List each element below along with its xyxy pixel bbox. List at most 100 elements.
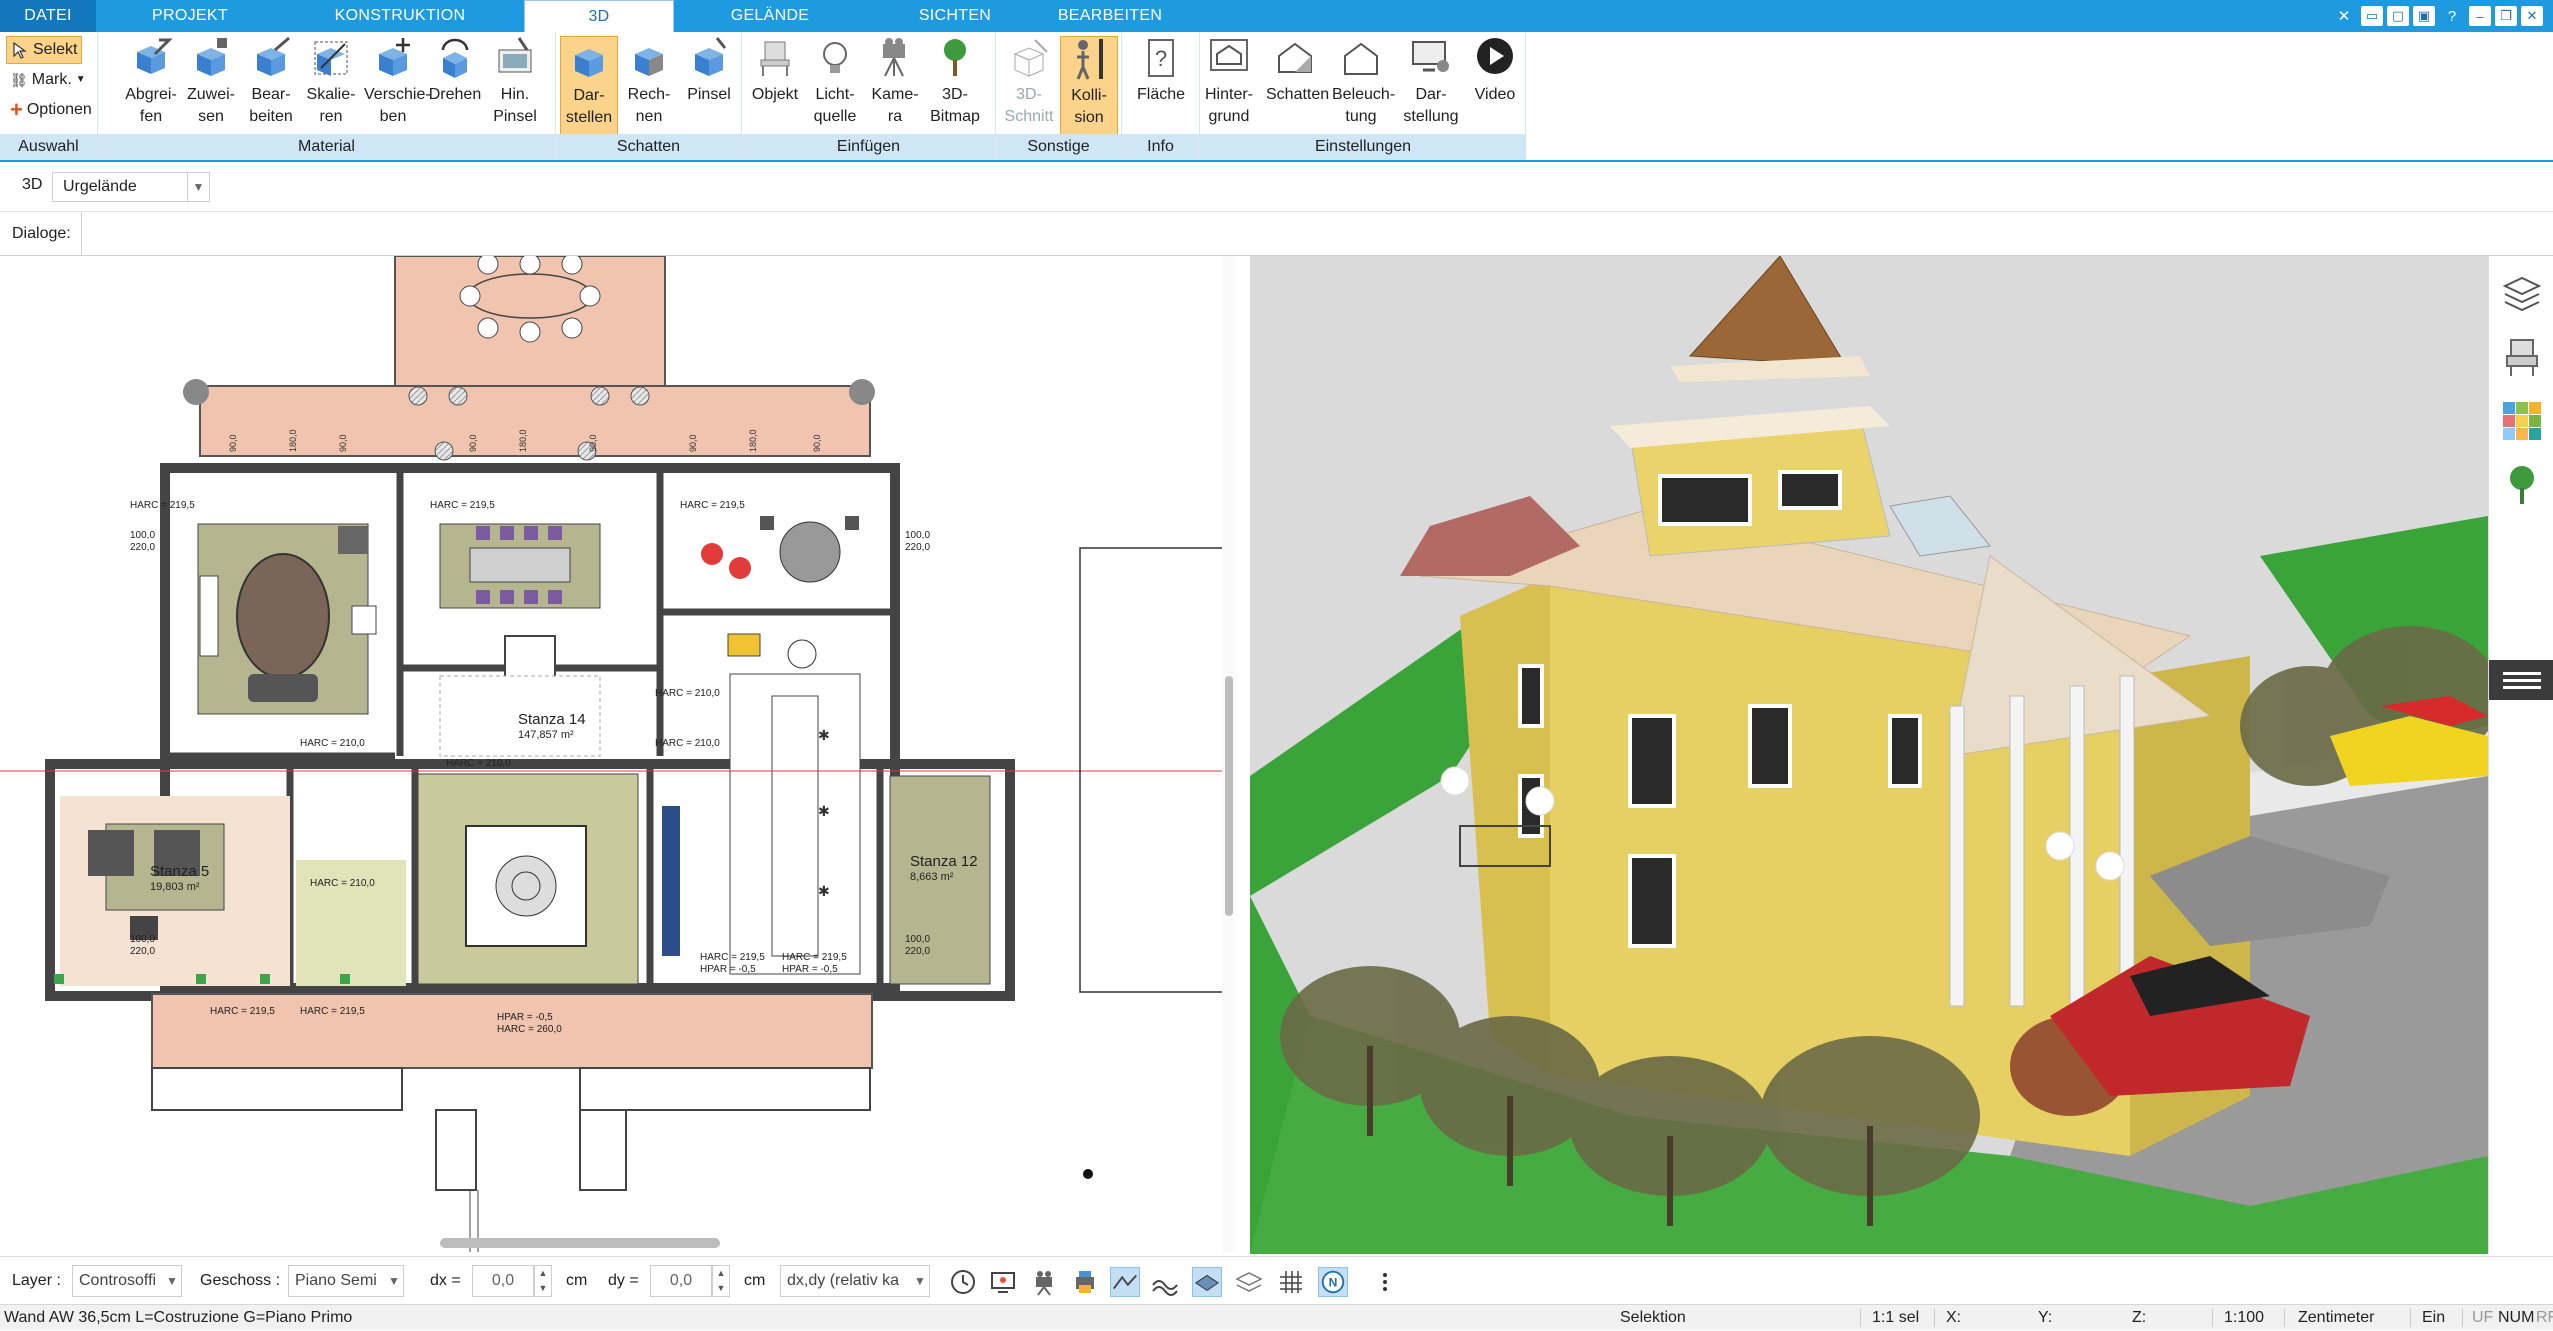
minimize-button[interactable]: – [2469,6,2491,26]
question-page-icon: ? [1148,39,1174,77]
svg-text:100,0: 100,0 [905,530,930,541]
tab-bearbeiten[interactable]: BEARBEITEN [1040,0,1180,32]
ribbon: Selekt ⛓ Mark. ▼ + Optionen Auswahl Abgr… [0,32,2553,162]
snap-north-icon[interactable]: N [1318,1267,1348,1297]
terrain-view-icon[interactable] [1110,1267,1140,1297]
group-schatten: Dar- stellen Rech- nen Pinsel Schatten [556,32,742,160]
plane-view-icon[interactable] [1192,1267,1222,1297]
tab-3d[interactable]: 3D [524,0,674,32]
select-button[interactable]: Selekt [6,36,83,64]
play-icon [1477,38,1513,74]
video-button[interactable]: Video [1466,36,1524,136]
status-num: NUM [2498,1309,2535,1326]
tab-sichten[interactable]: SICHTEN [880,0,1030,32]
svg-text:90,0: 90,0 [468,434,478,452]
svg-text:180,0: 180,0 [518,429,528,452]
insert-3d-bitmap-button[interactable]: 3D- Bitmap [926,36,984,136]
edit-material-button[interactable]: Bear- beiten [242,36,300,136]
3d-section-button[interactable]: 3D- Schnitt [1000,36,1058,136]
dx-stepper[interactable]: ▲ ▼ [534,1265,552,1297]
options-button[interactable]: + Optionen [6,96,96,124]
pick-material-button[interactable]: Abgrei- fen [122,36,180,136]
close-button[interactable]: ✕ [2521,6,2543,26]
svg-text:90,0: 90,0 [338,434,348,452]
shadow-brush-button[interactable]: Pinsel [680,36,738,136]
rotate-material-button[interactable]: Drehen [426,36,484,136]
wave-surface-icon[interactable] [1150,1267,1180,1297]
room-name: Stanza 5 [150,863,209,880]
section-cube-icon [1013,39,1048,77]
material-palette-icon[interactable] [2501,400,2543,442]
plant-icon[interactable] [2501,464,2543,506]
area-button[interactable]: ? Fläche [1132,36,1190,136]
brush-screen-icon [498,37,532,73]
svg-text:90,0: 90,0 [688,434,698,452]
plan-horizontal-scrollbar[interactable] [440,1238,720,1248]
clock-icon[interactable] [948,1267,978,1297]
help-icon[interactable]: ? [2439,5,2465,27]
camera-small-icon[interactable] [1030,1267,1060,1297]
dy-input[interactable]: 0,0 [650,1265,712,1297]
assign-material-button[interactable]: Zuwei- sen [182,36,240,136]
move-material-button[interactable]: Verschie- ben [364,36,431,136]
svg-text:HARC = 219,5: HARC = 219,5 [210,1006,275,1017]
group-label: Einfügen [742,134,995,160]
background-button[interactable]: Hinter- grund [1200,36,1258,136]
tools-icon[interactable]: ✕ [2331,5,2357,27]
layer-select[interactable]: Controsoffi ▼ [72,1265,182,1297]
rotate-icon [441,38,469,78]
tab-konstruktion[interactable]: KONSTRUKTION [290,0,510,32]
group-label: Einstellungen [1200,134,1526,160]
chevron-down-icon: ▼ [75,74,86,85]
insert-camera-button[interactable]: Kame- ra [866,36,924,136]
scroll-thumb[interactable] [1225,676,1233,916]
display-settings-button[interactable]: Dar- stellung [1402,36,1460,136]
insert-light-button[interactable]: Licht- quelle [806,36,864,136]
print-icon[interactable] [1070,1267,1100,1297]
side-panel [2488,256,2553,1254]
brush-cube-icon [695,37,727,76]
background-brush-button[interactable]: Hin. Pinsel [486,36,544,136]
window-icon[interactable]: ▣ [2413,6,2435,26]
compute-shadow-button[interactable]: Rech- nen [620,36,678,136]
floor-plan-view[interactable]: 90,0 180,0 90,0 90,0 180,0 90,0 90,0 180… [0,256,1225,1252]
more-options-icon[interactable] [1370,1267,1400,1297]
scale-icon [314,41,348,76]
grid-icon[interactable] [1276,1267,1306,1297]
tab-gelaende[interactable]: GELÄNDE [690,0,850,32]
svg-text:✱: ✱ [818,727,830,743]
insert-object-button[interactable]: Objekt [746,36,804,136]
svg-text:180,0: 180,0 [748,429,758,452]
svg-text:HARC = 210,0: HARC = 210,0 [300,738,365,749]
shadow-settings-button[interactable]: Schatten [1266,36,1329,136]
house-shadow-icon [1278,42,1312,73]
dx-input[interactable]: 0,0 [472,1265,534,1297]
armchair-icon[interactable] [2501,336,2543,378]
mark-button[interactable]: ⛓ Mark. ▼ [6,66,90,94]
scale-material-button[interactable]: Skalie- ren [302,36,360,136]
plus-icon: + [10,97,23,122]
tab-datei[interactable]: DATEI [0,0,96,32]
collision-button[interactable]: Kolli- sion [1060,36,1118,136]
svg-text:HARC = 260,0: HARC = 260,0 [497,1024,562,1035]
layers-icon[interactable] [2501,272,2543,314]
show-shadow-button[interactable]: Dar- stellen [560,36,618,136]
restore-button[interactable]: ❐ [2495,6,2517,26]
layers-small-icon[interactable] [1234,1267,1264,1297]
dy-stepper[interactable]: ▲ ▼ [712,1265,730,1297]
panel-drag-handle[interactable] [2489,660,2553,700]
floor-select[interactable]: Piano Semi ▼ [288,1265,404,1297]
tab-projekt[interactable]: PROJEKT [110,0,270,32]
room-area: 19,803 m² [150,881,200,893]
plan-vertical-scrollbar[interactable] [1222,256,1236,1252]
status-bar: Wand AW 36,5cm L=Costruzione G=Piano Pri… [0,1304,2553,1330]
coordinate-mode-select[interactable]: dx,dy (relativ ka ▼ [780,1265,930,1297]
restore-panel-icon[interactable]: ▭ [2361,6,2383,26]
cursor-marker [1083,1169,1093,1179]
terrain-select[interactable]: Urgelände ▼ [52,172,210,202]
monitor-icon[interactable] [988,1267,1018,1297]
svg-text:HPAR = -0,5: HPAR = -0,5 [700,964,756,975]
lighting-button[interactable]: Beleuch- tung [1332,36,1395,136]
maximize-panel-icon[interactable]: ▢ [2387,6,2409,26]
3d-view[interactable] [1250,256,2488,1254]
